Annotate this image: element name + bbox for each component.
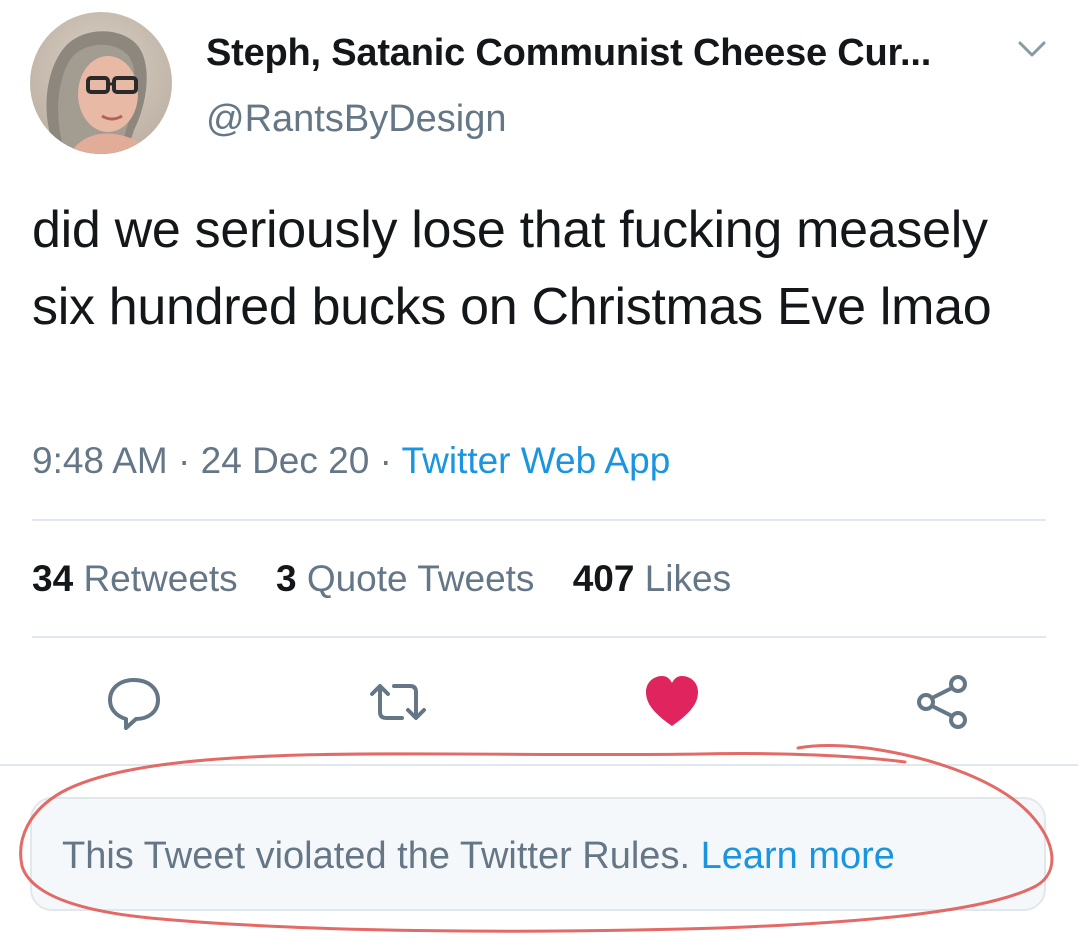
likes-stat[interactable]: 407 Likes bbox=[573, 558, 731, 599]
retweet-icon bbox=[370, 684, 426, 720]
tweet-stats: 34 Retweets 3 Quote Tweets 407 Likes bbox=[32, 556, 759, 602]
divider bbox=[32, 519, 1046, 521]
reply-button[interactable] bbox=[104, 672, 164, 732]
like-button[interactable] bbox=[642, 672, 702, 732]
author-display-name[interactable]: Steph, Satanic Communist Cheese Cur... bbox=[206, 30, 931, 76]
tweet-screenshot: Steph, Satanic Communist Cheese Cur... @… bbox=[0, 0, 1078, 944]
more-options-chevron[interactable] bbox=[1012, 34, 1052, 64]
divider bbox=[0, 764, 1078, 766]
quote-tweets-stat[interactable]: 3 Quote Tweets bbox=[276, 558, 534, 599]
tweet-violation-notice: This Tweet violated the Twitter Rules. L… bbox=[30, 797, 1046, 911]
retweets-label: Retweets bbox=[83, 558, 238, 599]
reply-icon bbox=[108, 678, 160, 730]
violation-text: This Tweet violated the Twitter Rules. bbox=[62, 835, 691, 877]
author-handle[interactable]: @RantsByDesign bbox=[206, 96, 506, 142]
meta-separator: · bbox=[167, 440, 201, 481]
retweets-count: 34 bbox=[32, 558, 74, 599]
heart-icon bbox=[646, 676, 698, 726]
likes-label: Likes bbox=[644, 558, 732, 599]
tweet-time[interactable]: 9:48 AM bbox=[32, 440, 168, 481]
violation-message: This Tweet violated the Twitter Rules. L… bbox=[62, 833, 895, 879]
avatar[interactable] bbox=[30, 12, 172, 154]
quote-tweets-count: 3 bbox=[275, 558, 297, 599]
tweet-meta: 9:48 AM · 24 Dec 20 · Twitter Web App bbox=[32, 438, 670, 484]
quote-tweets-label: Quote Tweets bbox=[306, 558, 535, 599]
tweet-source-link[interactable]: Twitter Web App bbox=[402, 440, 671, 481]
retweets-stat[interactable]: 34 Retweets bbox=[32, 558, 238, 599]
divider bbox=[32, 636, 1046, 638]
avatar-image bbox=[30, 12, 172, 154]
meta-separator: · bbox=[369, 440, 402, 481]
retweet-button[interactable] bbox=[368, 672, 428, 732]
likes-count: 407 bbox=[572, 558, 635, 599]
share-icon bbox=[917, 675, 967, 729]
tweet-date[interactable]: 24 Dec 20 bbox=[201, 440, 370, 481]
tweet-text: did we seriously lose that fucking mease… bbox=[32, 201, 992, 336]
share-button[interactable] bbox=[912, 672, 972, 732]
learn-more-link[interactable]: Learn more bbox=[701, 835, 895, 877]
chevron-down-icon bbox=[1018, 41, 1046, 57]
